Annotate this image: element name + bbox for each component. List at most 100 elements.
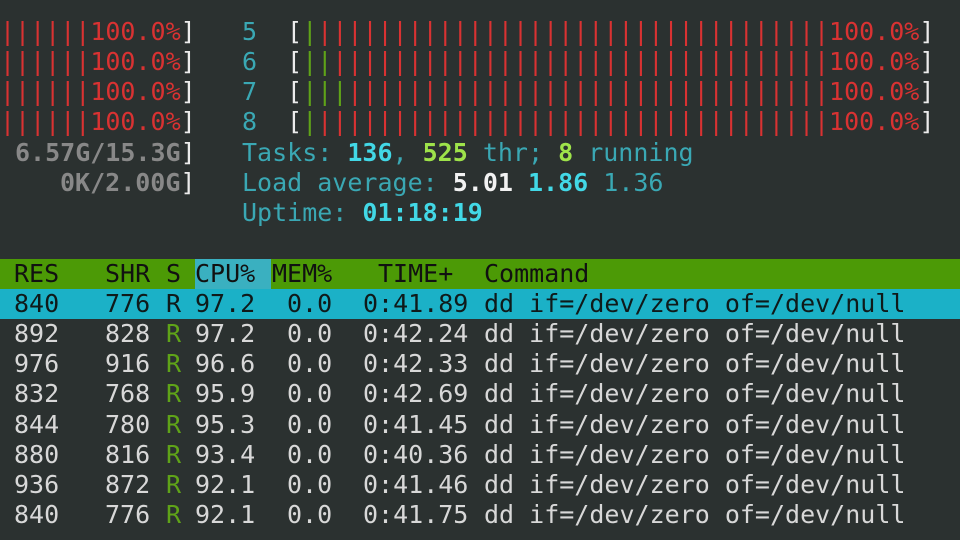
cell-cpu: 97.2 xyxy=(195,289,256,318)
cell-state: R xyxy=(166,319,182,348)
cell-command: dd if=/dev/zero of=/dev/null xyxy=(484,440,906,469)
cell-state: R xyxy=(166,470,182,499)
cell-command: dd if=/dev/zero of=/dev/null xyxy=(484,500,906,529)
table-row[interactable]: 840 776 R 92.1 0.0 0:41.75 dd if=/dev/ze… xyxy=(0,500,960,530)
column-cpu[interactable]: CPU% xyxy=(195,259,271,289)
cell-time: 0:41.75 xyxy=(363,500,469,529)
table-row[interactable]: 840 776 R 97.2 0.0 0:41.89 dd if=/dev/ze… xyxy=(0,289,960,319)
table-row[interactable]: 844 780 R 95.3 0.0 0:41.45 dd if=/dev/ze… xyxy=(0,410,960,440)
cell-res: 892 xyxy=(14,319,60,348)
cell-state: R xyxy=(166,289,182,318)
cell-shr: 776 xyxy=(105,289,151,318)
cell-shr: 828 xyxy=(105,319,151,348)
cpu-meter-value: 100.0% xyxy=(90,47,181,76)
column-time[interactable]: TIME+ xyxy=(378,259,453,289)
cell-command: dd if=/dev/zero of=/dev/null xyxy=(484,319,906,348)
cpu-meter-5: 5 [|||||||||||||||||||||||||||||||||||10… xyxy=(242,17,935,46)
cpu-meter-1: ||||||100.0%] xyxy=(0,17,196,46)
uptime: Uptime: 01:18:19 xyxy=(242,198,483,227)
cell-res: 840 xyxy=(14,289,60,318)
cpu-meter-value: 100.0% xyxy=(829,47,920,76)
cell-shr: 780 xyxy=(105,410,151,439)
column-command[interactable]: Command xyxy=(484,259,589,289)
load-1min: 5.01 xyxy=(452,168,513,197)
cell-command: dd if=/dev/zero of=/dev/null xyxy=(484,349,906,378)
cpu-meter-6: 6 [|||||||||||||||||||||||||||||||||||10… xyxy=(242,47,935,76)
column-mem[interactable]: MEM% xyxy=(272,259,332,289)
cell-mem: 0.0 xyxy=(287,289,333,318)
cell-shr: 768 xyxy=(105,379,151,408)
cpu-label: 5 xyxy=(242,17,258,46)
tasks-count: 136 xyxy=(347,138,393,167)
cell-res: 976 xyxy=(14,349,60,378)
cell-res: 832 xyxy=(14,379,60,408)
cpu-meter-8: 8 [|||||||||||||||||||||||||||||||||||10… xyxy=(242,107,935,136)
cpu-meter-value: 100.0% xyxy=(90,107,181,136)
cpu-meter-value: 100.0% xyxy=(829,77,920,106)
cell-mem: 0.0 xyxy=(287,440,333,469)
cell-mem: 0.0 xyxy=(287,500,333,529)
cell-mem: 0.0 xyxy=(287,470,333,499)
cell-time: 0:41.46 xyxy=(363,470,469,499)
cpu-meter-2: ||||||100.0%] xyxy=(0,47,196,76)
table-row[interactable]: 832 768 R 95.9 0.0 0:42.69 dd if=/dev/ze… xyxy=(0,379,960,409)
cell-state: R xyxy=(166,440,182,469)
cpu-meter-value: 100.0% xyxy=(90,17,181,46)
cpu-meter-value: 100.0% xyxy=(829,17,920,46)
cpu-meter-value: 100.0% xyxy=(829,107,920,136)
cpu-label: 6 xyxy=(242,47,258,76)
mem-meter: 6.57G/15.3G] xyxy=(15,138,196,167)
cpu-meter-7: 7 [|||||||||||||||||||||||||||||||||||10… xyxy=(242,77,935,106)
cell-time: 0:42.33 xyxy=(363,349,469,378)
cell-cpu: 92.1 xyxy=(195,470,256,499)
cell-shr: 816 xyxy=(105,440,151,469)
table-row[interactable]: 892 828 R 97.2 0.0 0:42.24 dd if=/dev/ze… xyxy=(0,319,960,349)
load-15min: 1.36 xyxy=(603,168,664,197)
table-row[interactable]: 936 872 R 92.1 0.0 0:41.46 dd if=/dev/ze… xyxy=(0,470,960,500)
cell-time: 0:41.45 xyxy=(363,410,469,439)
running-count: 8 xyxy=(558,138,574,167)
cell-mem: 0.0 xyxy=(287,379,333,408)
column-shr[interactable]: SHR xyxy=(105,259,150,289)
table-row[interactable]: 880 816 R 93.4 0.0 0:40.36 dd if=/dev/ze… xyxy=(0,440,960,470)
tasks-summary: Tasks: 136, 525 thr; 8 running xyxy=(242,138,694,167)
cpu-meter-value: 100.0% xyxy=(90,77,181,106)
cell-state: R xyxy=(166,410,182,439)
cell-res: 840 xyxy=(14,500,60,529)
column-res[interactable]: RES xyxy=(14,259,59,289)
cell-cpu: 97.2 xyxy=(195,319,256,348)
cell-shr: 776 xyxy=(105,500,151,529)
cell-time: 0:40.36 xyxy=(363,440,469,469)
load-average: Load average: 5.01 1.86 1.36 xyxy=(242,168,664,197)
load-5min: 1.86 xyxy=(528,168,589,197)
cpu-label: 7 xyxy=(242,77,258,106)
cell-shr: 872 xyxy=(105,470,151,499)
cell-mem: 0.0 xyxy=(287,349,333,378)
cell-state: R xyxy=(166,500,182,529)
cell-res: 936 xyxy=(14,470,60,499)
cell-time: 0:42.24 xyxy=(363,319,469,348)
cell-mem: 0.0 xyxy=(287,319,333,348)
cell-state: R xyxy=(166,349,182,378)
cell-cpu: 92.1 xyxy=(195,500,256,529)
table-row[interactable]: 976 916 R 96.6 0.0 0:42.33 dd if=/dev/ze… xyxy=(0,349,960,379)
cpu-meter-3: ||||||100.0%] xyxy=(0,77,196,106)
cell-state: R xyxy=(166,379,182,408)
cell-command: dd if=/dev/zero of=/dev/null xyxy=(484,410,906,439)
uptime-value: 01:18:19 xyxy=(362,198,483,227)
process-table-header: RES SHR S CPU% MEM% TIME+ Command xyxy=(0,259,960,289)
cell-cpu: 96.6 xyxy=(195,349,256,378)
cpu-label: 8 xyxy=(242,107,258,136)
column-state[interactable]: S xyxy=(166,259,181,289)
cell-res: 844 xyxy=(14,410,60,439)
cell-command: dd if=/dev/zero of=/dev/null xyxy=(484,470,906,499)
cell-shr: 916 xyxy=(105,349,151,378)
cell-res: 880 xyxy=(14,440,60,469)
cell-command: dd if=/dev/zero of=/dev/null xyxy=(484,379,906,408)
cell-time: 0:42.69 xyxy=(363,379,469,408)
threads-count: 525 xyxy=(422,138,468,167)
cell-mem: 0.0 xyxy=(287,410,333,439)
swap-meter: 0K/2.00G] xyxy=(60,168,196,197)
cell-cpu: 95.9 xyxy=(195,379,256,408)
cpu-meter-4: ||||||100.0%] xyxy=(0,107,196,136)
